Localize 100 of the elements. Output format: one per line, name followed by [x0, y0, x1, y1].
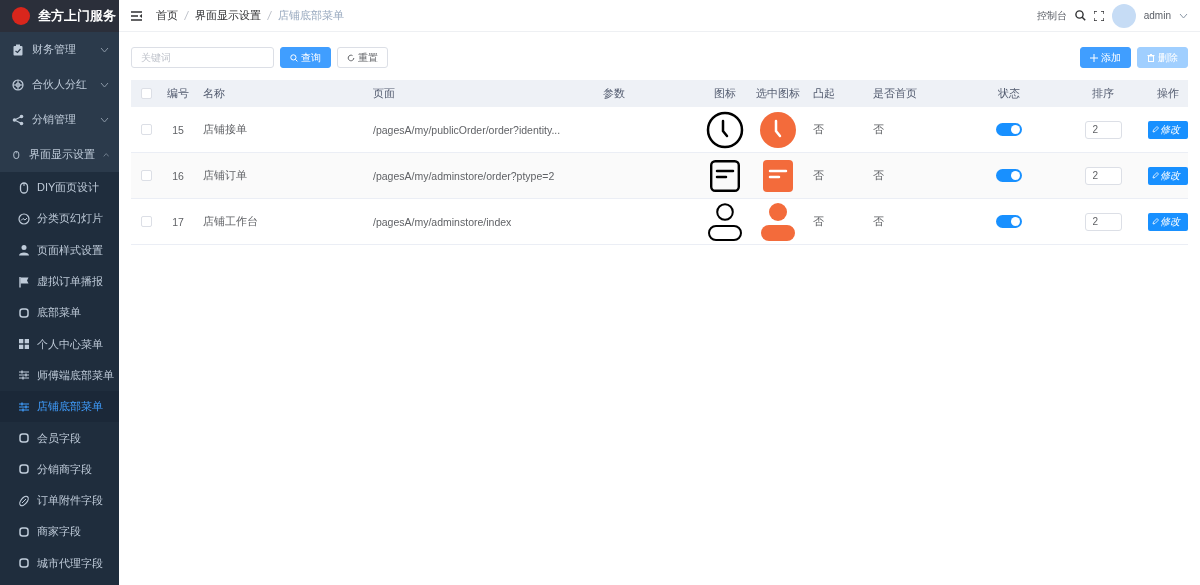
table-cell-text: /pagesA/my/publicOrder/order?identity... [372, 123, 562, 136]
user-menu[interactable]: admin [1143, 10, 1171, 21]
mouse-icon [12, 148, 21, 161]
separator-icon [184, 11, 189, 20]
refresh-icon [347, 53, 355, 62]
column-header: 是否首页 [872, 86, 918, 101]
chevron-icon [1179, 12, 1188, 19]
row-checkbox[interactable] [140, 124, 152, 135]
row-checkbox[interactable] [140, 170, 152, 181]
sidebar-item[interactable]: 会员字段 [0, 422, 119, 454]
table-cell-text: 店铺接单 [202, 122, 248, 137]
breadcrumb-item[interactable]: 界面显示设置 [195, 8, 261, 23]
sidebar-item[interactable]: 分销商字段 [0, 453, 119, 485]
column-header: 凸起 [812, 86, 836, 101]
column-header: 参数 [602, 86, 626, 101]
table-cell: 16 [172, 169, 184, 182]
status-switch[interactable] [996, 169, 1022, 182]
sidebar-item[interactable]: 个人中心菜单 [0, 328, 119, 360]
plus-icon [1090, 53, 1098, 62]
breadcrumb-item: 店铺底部菜单 [278, 8, 344, 23]
search-icon [290, 53, 298, 62]
document-icon [710, 159, 740, 192]
flag-logo-icon [12, 7, 30, 25]
sidebar-item[interactable]: 页面样式设置 [0, 234, 119, 266]
paperclip-icon [18, 494, 30, 507]
sidebar-item[interactable]: 虚拟订单播报 [0, 265, 119, 298]
menu-icon[interactable] [131, 10, 142, 21]
reset-button[interactable]: 重置 [337, 47, 388, 68]
sidebar-item[interactable]: DIY面页设计 [0, 172, 119, 204]
table-cell-text: 否 [872, 168, 885, 183]
table-cell: 17 [172, 215, 184, 228]
trash-icon [1147, 53, 1155, 62]
table-cell-text: 否 [812, 122, 825, 137]
pencil-icon [1152, 218, 1159, 225]
sidebar-item[interactable]: 商家字段 [0, 516, 119, 548]
search-icon[interactable] [1074, 10, 1086, 21]
flag-icon [18, 275, 30, 288]
table-cell-text: /pagesA/my/adminstore/index [372, 215, 513, 228]
column-header: 名称 [202, 86, 226, 101]
column-header: 状态 [998, 86, 1020, 101]
chip-icon [18, 306, 30, 319]
table-cell-text: 否 [872, 122, 885, 137]
sidebar-menu-item[interactable]: 合伙人分红 [0, 67, 119, 102]
sort-input[interactable]: 2 [1084, 212, 1122, 231]
sidebar-item[interactable]: 店铺底部菜单 [0, 391, 119, 423]
column-header: 操作 [1157, 86, 1179, 101]
chevron-icon [100, 46, 109, 53]
clock-icon [706, 110, 744, 149]
console-link[interactable]: 控制台 [1036, 8, 1067, 23]
chevron-icon [102, 151, 109, 158]
column-header: 图标 [714, 86, 736, 101]
sliders-icon [18, 400, 30, 413]
select-all-checkbox[interactable] [140, 88, 152, 99]
gauge-icon [18, 212, 30, 225]
sidebar-item[interactable]: 城市代理字段 [0, 547, 119, 579]
sliders-icon [18, 369, 30, 382]
share-icon [12, 113, 24, 126]
chevron-icon [100, 81, 109, 88]
clock-icon [758, 110, 797, 149]
grid-icon [18, 338, 30, 351]
column-header: 页面 [372, 86, 396, 101]
table-cell-text: 店铺订单 [202, 168, 248, 183]
user-icon [18, 244, 30, 257]
table-cell-text: 否 [812, 214, 825, 229]
sort-input[interactable]: 2 [1084, 166, 1122, 185]
sidebar-menu-item[interactable]: 财务管理 [0, 32, 119, 67]
document-icon [762, 159, 793, 192]
table-cell: 15 [172, 123, 184, 136]
status-switch[interactable] [996, 215, 1022, 228]
table-cell-text: /pagesA/my/adminstore/order?ptype=2 [372, 169, 556, 182]
column-header: 选中图标 [755, 86, 800, 101]
chip-icon [18, 557, 30, 570]
sidebar-item[interactable]: 分类页幻灯片 [0, 203, 119, 235]
sidebar-item[interactable]: 师傅端底部菜单 [0, 359, 119, 392]
app-title: 叁方上门服务 [38, 7, 116, 25]
column-header: 编号 [167, 86, 189, 101]
chip-icon [18, 432, 30, 444]
chip-icon [18, 463, 30, 476]
sidebar-menu-item[interactable]: 分销管理 [0, 102, 119, 137]
sort-input[interactable]: 2 [1084, 120, 1122, 139]
person-icon [708, 202, 742, 241]
breadcrumb-item[interactable]: 首页 [156, 8, 178, 23]
table-cell-text: 否 [872, 214, 885, 229]
clipboard-icon [12, 43, 24, 56]
row-checkbox[interactable] [140, 216, 152, 227]
table-cell-text: 否 [812, 168, 825, 183]
fullscreen-icon[interactable] [1093, 10, 1104, 21]
status-switch[interactable] [996, 123, 1022, 136]
column-header: 排序 [1092, 86, 1114, 101]
pencil-icon [1152, 172, 1159, 179]
separator-icon [267, 11, 272, 20]
table-cell-text: 店铺工作台 [202, 214, 259, 229]
sidebar-menu-item[interactable]: 界面显示设置 [0, 137, 119, 172]
sidebar-item[interactable]: 订单附件字段 [0, 484, 119, 517]
person-icon [760, 202, 795, 241]
globe-icon [12, 78, 24, 91]
sidebar-item[interactable]: 底部菜单 [0, 297, 119, 329]
chevron-icon [100, 116, 109, 123]
chip-icon [18, 525, 30, 538]
mouse-icon [18, 181, 30, 194]
